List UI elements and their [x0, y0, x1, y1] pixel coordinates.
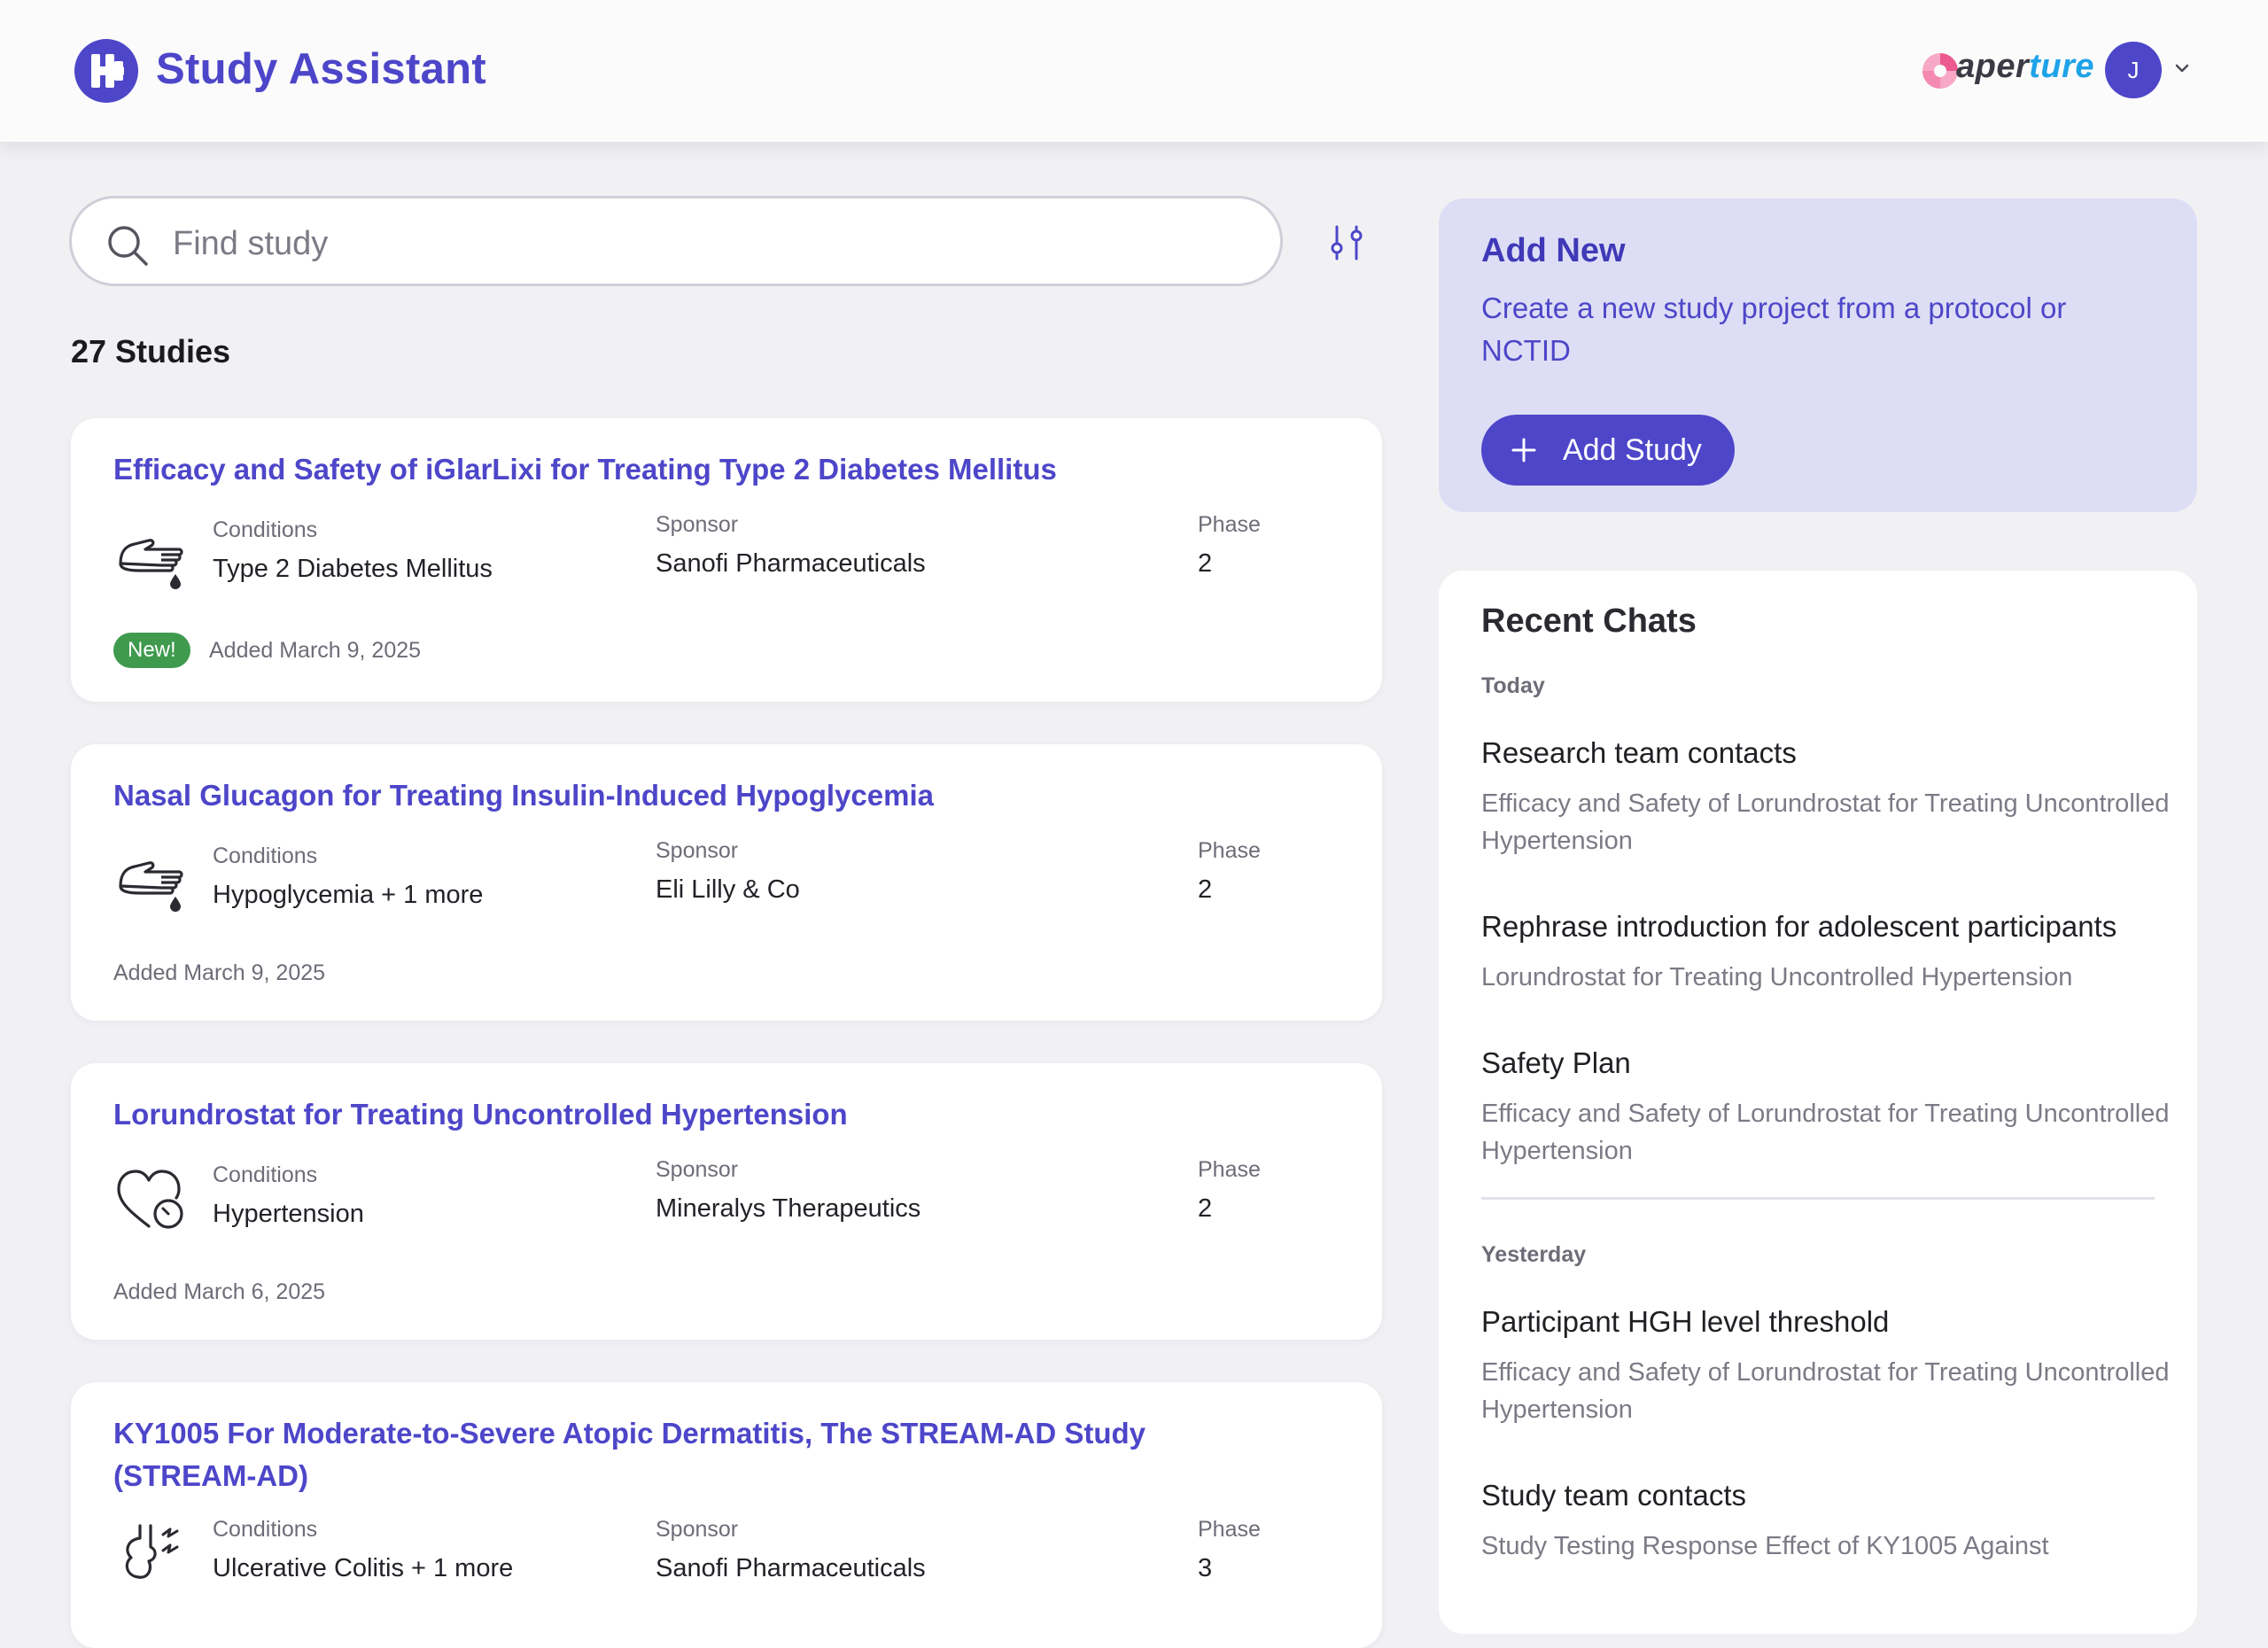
sponsor-value: Eli Lilly & Co [656, 875, 800, 904]
conditions-value: Hypoglycemia + 1 more [213, 881, 484, 909]
study-title[interactable]: Lorundrostat for Treating Uncontrolled H… [113, 1093, 1265, 1136]
add-new-description: Create a new study project from a protoc… [1481, 292, 2067, 367]
study-title[interactable]: Nasal Glucagon for Treating Insulin-Indu… [113, 774, 1265, 817]
chat-study: Study Testing Response Effect of KY1005 … [1481, 1532, 2049, 1560]
search-bar [69, 196, 1283, 286]
conditions-label: Conditions [213, 843, 318, 868]
conditions-value: Ulcerative Colitis + 1 more [213, 1554, 514, 1582]
phase-value: 2 [1198, 549, 1213, 578]
hand-drop-icon [119, 539, 183, 589]
sponsor-value: Sanofi Pharmaceuticals [656, 549, 926, 578]
phase-label: Phase [1198, 1517, 1261, 1542]
sponsor-label: Sponsor [656, 1157, 739, 1182]
studies-count: 27 Studies [71, 333, 231, 369]
phase-value: 2 [1198, 1194, 1213, 1223]
conditions-value: Hypertension [213, 1200, 364, 1228]
chat-title: Safety Plan [1481, 1046, 1631, 1079]
sponsor-label: Sponsor [656, 512, 739, 537]
study-card[interactable]: Efficacy and Safety of iGlarLixi for Tre… [71, 418, 1382, 702]
app-title: Study Assistant [156, 45, 486, 93]
chat-item[interactable]: Participant HGH level threshold Efficacy… [1481, 1301, 2172, 1428]
sponsor-label: Sponsor [656, 1517, 739, 1542]
chat-title: Participant HGH level threshold [1481, 1305, 1890, 1338]
add-study-button[interactable]: Add Study [1481, 415, 1735, 486]
chat-study: Efficacy and Safety of Lorundrostat for … [1481, 789, 2170, 855]
chat-study: Efficacy and Safety of Lorundrostat for … [1481, 1358, 2170, 1424]
recent-chats-panel: Recent Chats Today Research team contact… [1439, 571, 2197, 1634]
conditions-label: Conditions [213, 1162, 318, 1187]
chat-item[interactable]: Study team contacts Study Testing Respon… [1481, 1474, 2172, 1565]
phase-label: Phase [1198, 838, 1261, 863]
chat-title: Rephrase introduction for adolescent par… [1481, 910, 2117, 943]
study-card[interactable]: Nasal Glucagon for Treating Insulin-Indu… [71, 744, 1382, 1021]
chevron-down-icon[interactable] [2174, 62, 2190, 74]
chat-group-label: Today [1481, 673, 1545, 698]
added-date: Added March 9, 2025 [209, 638, 422, 663]
recent-chats-title: Recent Chats [1481, 602, 1697, 640]
filter-sliders-icon[interactable] [1329, 223, 1364, 262]
chat-item[interactable]: Research team contacts Efficacy and Safe… [1481, 732, 2172, 859]
chat-study: Efficacy and Safety of Lorundrostat for … [1481, 1100, 2170, 1165]
chat-title: Study team contacts [1481, 1479, 1746, 1512]
app-header: Study Assistant aperture J [0, 0, 2268, 142]
add-new-title: Add New [1481, 232, 1626, 269]
added-date: Added March 6, 2025 [113, 1279, 326, 1304]
heart-gauge-icon [117, 1170, 183, 1229]
stomach-icon [125, 1524, 179, 1579]
add-study-label: Add Study [1563, 433, 1702, 467]
phase-label: Phase [1198, 512, 1261, 537]
sponsor-label: Sponsor [656, 838, 739, 863]
aperture-flower-icon [1922, 53, 1958, 89]
study-card[interactable]: Lorundrostat for Treating Uncontrolled H… [71, 1063, 1382, 1340]
phase-label: Phase [1198, 1157, 1261, 1182]
chat-title: Research team contacts [1481, 736, 1797, 769]
sponsor-value: Sanofi Pharmaceuticals [656, 1554, 926, 1582]
divider [1481, 1197, 2155, 1200]
search-icon [108, 226, 148, 266]
chat-item[interactable]: Rephrase introduction for adolescent par… [1481, 906, 2181, 996]
search-input[interactable] [171, 218, 1238, 269]
study-title[interactable]: Efficacy and Safety of iGlarLixi for Tre… [113, 448, 1265, 491]
phase-value: 3 [1198, 1554, 1213, 1582]
partner-logo-text: aperture [1956, 48, 2095, 85]
hand-drop-icon [119, 861, 183, 912]
phase-value: 2 [1198, 875, 1213, 904]
conditions-value: Type 2 Diabetes Mellitus [213, 555, 493, 583]
app-logo-icon[interactable] [74, 39, 138, 103]
add-new-panel: Add New Create a new study project from … [1439, 198, 2197, 512]
sponsor-value: Mineralys Therapeutics [656, 1194, 921, 1223]
added-date: Added March 9, 2025 [113, 960, 326, 985]
study-title[interactable]: KY1005 For Moderate-to-Severe Atopic Der… [113, 1412, 1265, 1497]
user-avatar[interactable]: J [2105, 42, 2162, 98]
plus-icon [1511, 438, 1536, 463]
conditions-label: Conditions [213, 517, 318, 542]
chat-group-label: Yesterday [1481, 1242, 1587, 1267]
conditions-label: Conditions [213, 1517, 318, 1542]
chat-item[interactable]: Safety Plan Efficacy and Safety of Lorun… [1481, 1042, 2172, 1170]
new-badge: New! [113, 633, 190, 668]
chat-study: Lorundrostat for Treating Uncontrolled H… [1481, 963, 2073, 991]
study-card[interactable]: KY1005 For Moderate-to-Severe Atopic Der… [71, 1382, 1382, 1648]
